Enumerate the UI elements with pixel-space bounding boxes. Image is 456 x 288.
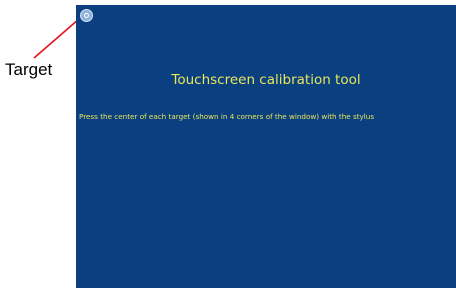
annotation-label: Target (5, 60, 53, 79)
target-center-ring (84, 13, 89, 18)
annotation-pointer-stroke (33, 18, 80, 59)
calibration-target-icon[interactable] (80, 9, 93, 22)
calibration-title: Touchscreen calibration tool (171, 72, 361, 88)
calibration-instructions: Press the center of each target (shown i… (79, 112, 375, 121)
calibration-window: Touchscreen calibration tool Press the c… (76, 5, 456, 288)
